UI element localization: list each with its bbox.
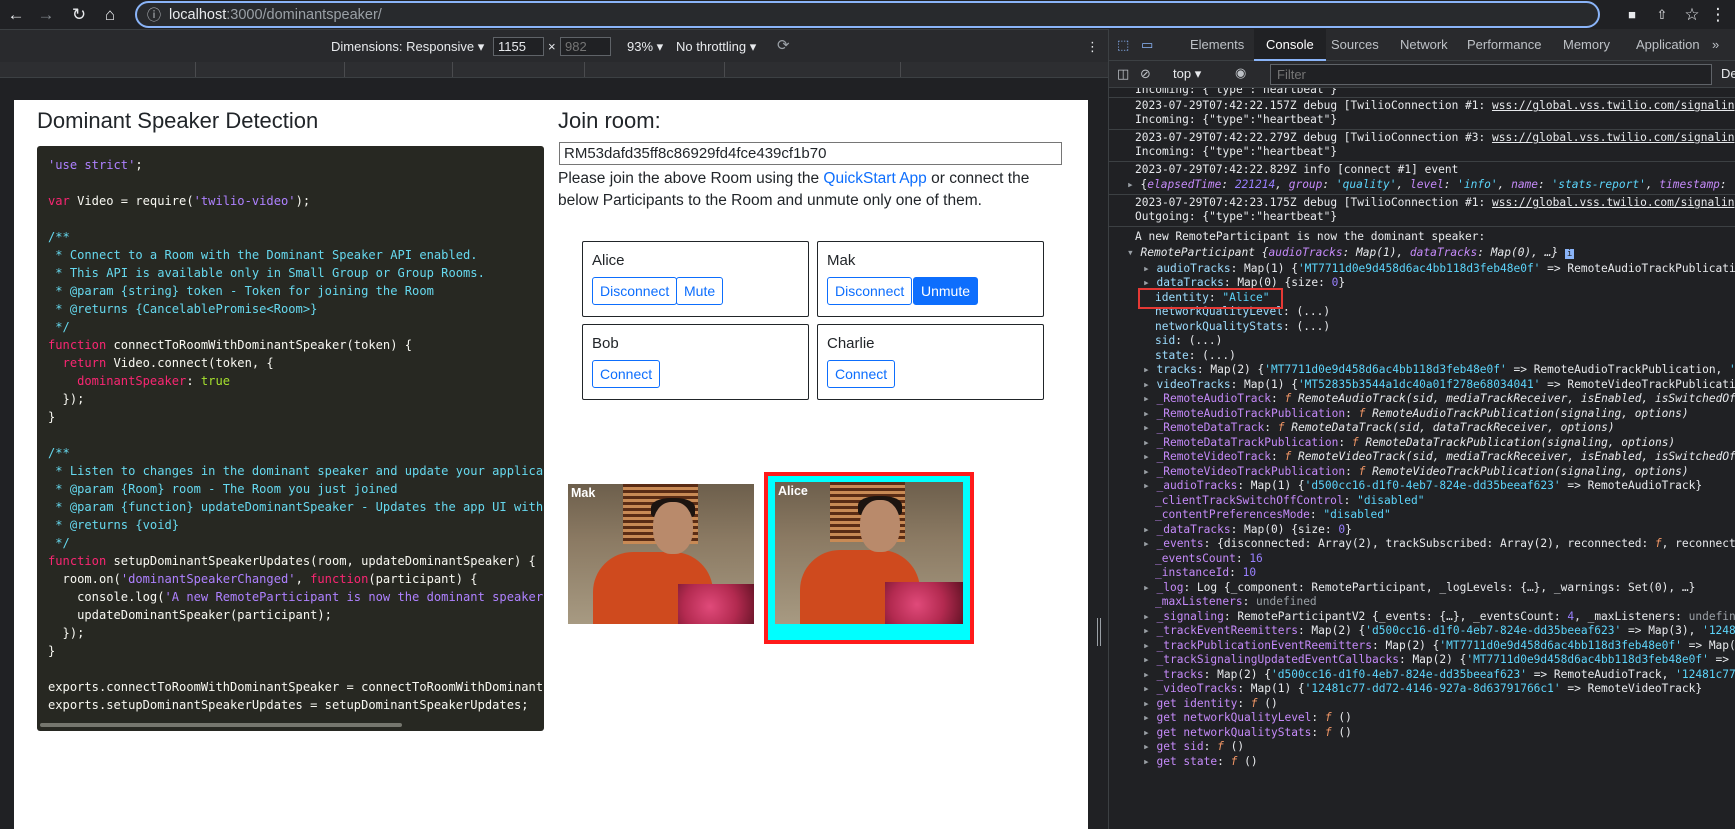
width-input[interactable] — [493, 37, 544, 56]
log-levels-dropdown[interactable]: Default le — [1721, 66, 1735, 81]
video-tile-mak: Mak — [568, 484, 754, 624]
mute-button[interactable]: Mute — [676, 277, 724, 305]
log-line: Incoming: {"type":"heartbeat"} — [1135, 113, 1338, 126]
media-query-ruler — [0, 62, 1108, 78]
dominant-speaker-highlight: Alice — [764, 472, 974, 644]
forward-icon[interactable]: → — [36, 5, 56, 25]
log-line: A new RemoteParticipant is now the domin… — [1135, 230, 1486, 243]
zoom-dropdown[interactable]: 93% ▾ — [627, 39, 663, 55]
log-line: 2023-07-29T07:42:22.829Z info [connect #… — [1135, 163, 1459, 176]
console-log: Incoming: {"type":"heartbeat"} 2023-07-2… — [1109, 88, 1735, 829]
viewport-stage: Dominant Speaker Detection 'use strict';… — [0, 78, 1108, 829]
more-tabs-icon[interactable]: » — [1712, 37, 1719, 52]
log-link[interactable]: wss://global.vss.twilio.com/signaling — [1492, 99, 1735, 112]
dimensions-dropdown[interactable]: Dimensions: Responsive ▾ — [331, 39, 484, 55]
quickstart-app-link[interactable]: QuickStart App — [823, 170, 926, 187]
tab-performance[interactable]: Performance — [1467, 37, 1541, 52]
log-link[interactable]: wss://global.vss.twilio.com/signaling — [1492, 196, 1735, 209]
address-bar[interactable]: ⓘ localhost:3000/dominantspeaker/ — [135, 1, 1600, 28]
video-label: Alice — [778, 484, 808, 498]
connect-button[interactable]: Connect — [827, 360, 896, 388]
unmute-button[interactable]: Unmute — [913, 277, 979, 305]
tab-elements[interactable]: Elements — [1190, 37, 1244, 52]
tab-sources[interactable]: Sources — [1331, 37, 1379, 52]
join-room-title: Join room: — [558, 108, 661, 133]
tab-console[interactable]: Console — [1254, 29, 1326, 61]
participant-name: Mak — [827, 252, 856, 269]
log-line: Incoming: {"type":"heartbeat"} — [1135, 145, 1338, 158]
participant-card-bob: Bob Connect — [582, 324, 809, 400]
home-icon[interactable]: ⌂ — [100, 5, 120, 25]
instructions-text: Please join the above Room using the Qui… — [558, 170, 1030, 209]
log-object[interactable]: ▸ {elapsedTime: 221214, group: 'quality'… — [1127, 177, 1733, 193]
participant-name: Charlie — [827, 335, 875, 352]
times-sign: × — [548, 39, 556, 54]
participant-name: Alice — [592, 252, 625, 269]
web-page: Dominant Speaker Detection 'use strict';… — [14, 100, 1088, 829]
panel-resize-handle[interactable] — [1097, 618, 1101, 646]
back-icon[interactable]: ← — [6, 5, 26, 25]
menu-kebab-icon[interactable]: ⋮ — [1708, 5, 1728, 25]
disconnect-button[interactable]: Disconnect — [592, 277, 678, 305]
device-toolbar: Dimensions: Responsive ▾ × 93% ▾ No thro… — [0, 29, 1108, 62]
sidebar-toggle-icon[interactable]: ◫ — [1117, 66, 1129, 82]
live-expression-eye-icon[interactable]: ◉ — [1235, 65, 1246, 81]
device-toggle-icon[interactable]: ▭ — [1141, 37, 1153, 53]
room-sid-input[interactable] — [559, 142, 1062, 165]
devtools-tabbar: ⬚ ▭ Elements Console Sources Network Per… — [1109, 29, 1735, 61]
console-toolbar: ◫ ⊘ top ▾ ◉ Default le — [1109, 61, 1735, 88]
disconnect-button[interactable]: Disconnect — [827, 277, 913, 305]
participant-name: Bob — [592, 335, 619, 352]
tab-network[interactable]: Network — [1400, 37, 1448, 52]
reload-icon[interactable]: ↻ — [69, 5, 89, 25]
identity-highlight-box — [1138, 288, 1283, 309]
log-link[interactable]: wss://global.vss.twilio.com/signaling — [1492, 131, 1735, 144]
throttling-dropdown[interactable]: No throttling ▾ — [676, 39, 756, 55]
share-icon[interactable]: ⇧ — [1652, 5, 1672, 25]
log-object-expanded[interactable]: ▾ RemoteParticipant {audioTracks: Map(1)… — [1127, 245, 1575, 262]
code-horizontal-scrollbar[interactable] — [40, 723, 402, 727]
url-text: localhost:3000/dominantspeaker/ — [169, 7, 382, 23]
video-tile-alice: Alice — [775, 482, 963, 624]
browser-toolbar: ← → ↻ ⌂ ⓘ localhost:3000/dominantspeaker… — [0, 0, 1735, 29]
tab-application[interactable]: Application — [1636, 37, 1700, 52]
inspect-element-icon[interactable]: ⬚ — [1117, 37, 1129, 53]
device-more-icon[interactable]: ⋮ — [1086, 39, 1099, 55]
participant-card-charlie: Charlie Connect — [817, 324, 1044, 400]
console-filter-input[interactable] — [1270, 64, 1712, 85]
video-label: Mak — [571, 486, 596, 500]
participant-card-alice: Alice Disconnect Mute — [582, 241, 809, 317]
devtools-panel: ⬚ ▭ Elements Console Sources Network Per… — [1108, 29, 1735, 829]
code-block: 'use strict'; var Video = require('twili… — [37, 146, 544, 731]
rotate-icon[interactable]: ⟳ — [777, 36, 790, 54]
height-input[interactable] — [560, 37, 611, 56]
code-text: 'use strict'; var Video = require('twili… — [48, 158, 544, 712]
log-line: Outgoing: {"type":"heartbeat"} — [1135, 210, 1338, 223]
participant-card-mak: Mak Disconnect Unmute — [817, 241, 1044, 317]
connect-button[interactable]: Connect — [592, 360, 661, 388]
camera-icon[interactable]: ■ — [1622, 5, 1642, 25]
bookmark-star-icon[interactable]: ☆ — [1682, 5, 1702, 25]
page-title: Dominant Speaker Detection — [37, 108, 319, 133]
info-icon[interactable]: ⓘ — [147, 5, 161, 25]
tab-memory[interactable]: Memory — [1563, 37, 1610, 52]
context-selector[interactable]: top ▾ — [1173, 66, 1201, 82]
clear-console-icon[interactable]: ⊘ — [1140, 66, 1151, 82]
